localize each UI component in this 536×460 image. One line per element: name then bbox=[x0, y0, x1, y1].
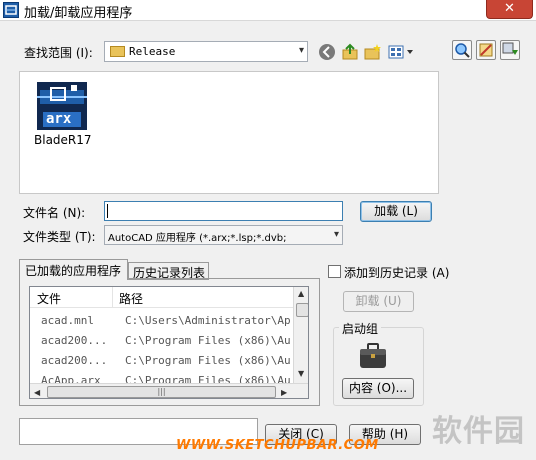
app-icon bbox=[3, 2, 19, 18]
vertical-scrollbar[interactable]: ▲ ▼ bbox=[293, 287, 308, 383]
views-icon[interactable] bbox=[388, 43, 416, 61]
scroll-up-icon[interactable]: ▲ bbox=[298, 289, 304, 298]
lookin-value: Release bbox=[129, 45, 176, 58]
column-divider[interactable] bbox=[112, 287, 113, 307]
watermark-url: WWW.SKETCHUPBAR.COM bbox=[176, 438, 379, 453]
lookin-label: 查找范围 (I): bbox=[24, 46, 93, 60]
filename-input[interactable] bbox=[104, 201, 343, 221]
filetype-label: 文件类型 (T): bbox=[23, 230, 96, 244]
scroll-thumb[interactable] bbox=[296, 303, 308, 317]
file-list[interactable]: arx BladeR17 bbox=[19, 71, 439, 194]
text-caret bbox=[107, 204, 108, 218]
window-title: 加载/卸载应用程序 bbox=[24, 6, 133, 21]
unload-button[interactable]: 卸载 (U) bbox=[343, 291, 414, 312]
horizontal-scrollbar[interactable]: ◀ ||| ▶ bbox=[30, 383, 308, 398]
filetype-dropdown[interactable]: AutoCAD 应用程序 (*.arx;*.lsp;*.dvb; ▾ bbox=[104, 225, 343, 245]
add-history-label: 添加到历史记录 (A) bbox=[344, 266, 450, 280]
startup-group-label: 启动组 bbox=[339, 320, 382, 337]
chevron-down-icon: ▾ bbox=[298, 45, 304, 56]
tab-loaded-apps[interactable]: 已加载的应用程序 bbox=[19, 259, 128, 280]
watermark-site: 软件园 bbox=[432, 414, 525, 449]
arx-icon-label: arx bbox=[46, 111, 72, 127]
search-web-icon[interactable] bbox=[452, 40, 472, 60]
scroll-right-icon[interactable]: ▶ bbox=[281, 388, 287, 397]
new-folder-icon[interactable] bbox=[364, 43, 382, 61]
close-window-button[interactable]: ✕ bbox=[486, 0, 533, 19]
folder-icon bbox=[110, 46, 125, 57]
back-icon[interactable] bbox=[318, 43, 336, 61]
up-folder-icon[interactable] bbox=[341, 43, 359, 61]
scroll-left-icon[interactable]: ◀ bbox=[34, 388, 40, 397]
filename-label: 文件名 (N): bbox=[23, 206, 86, 220]
load-button[interactable]: 加载 (L) bbox=[360, 201, 432, 222]
h-scroll-thumb[interactable]: ||| bbox=[47, 386, 276, 398]
contents-button[interactable]: 内容 (O)... bbox=[342, 378, 414, 399]
scroll-down-icon[interactable]: ▼ bbox=[298, 369, 304, 378]
column-header-file[interactable]: 文件 bbox=[37, 290, 61, 307]
file-item-name[interactable]: BladeR17 bbox=[34, 133, 92, 147]
lookin-dropdown[interactable]: Release ▾ bbox=[104, 41, 308, 62]
options-icon[interactable] bbox=[500, 40, 520, 60]
loaded-apps-list[interactable]: 文件 路径 acad.mnl C:\Users\Administrator\Ap… bbox=[29, 286, 309, 399]
chevron-down-icon: ▾ bbox=[333, 229, 339, 240]
filetype-value: AutoCAD 应用程序 (*.arx;*.lsp;*.dvb; bbox=[108, 233, 287, 244]
list-header: 文件 路径 bbox=[30, 287, 293, 308]
add-history-checkbox[interactable] bbox=[328, 265, 341, 278]
column-header-path[interactable]: 路径 bbox=[119, 290, 143, 307]
tools-icon[interactable] bbox=[476, 40, 496, 60]
briefcase-icon bbox=[357, 340, 389, 372]
